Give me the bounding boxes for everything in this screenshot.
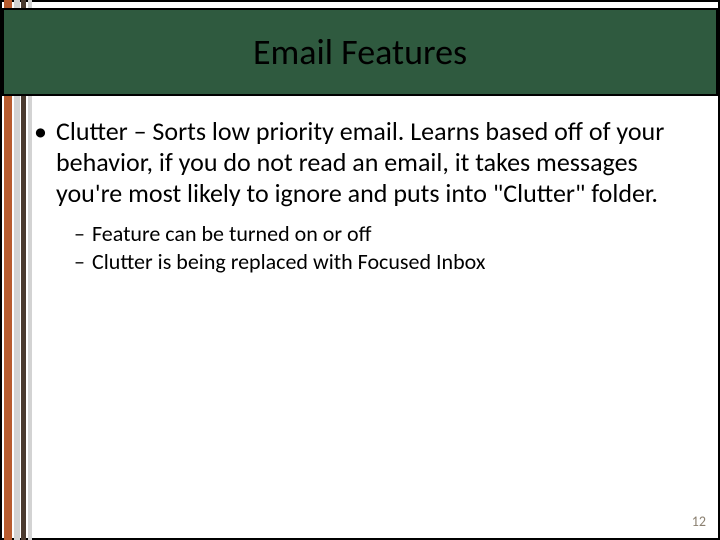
sub-bullet-text: Feature can be turned on or off [92,220,371,247]
sub-list: – Feature can be turned on or off – Clut… [34,220,694,277]
list-item: – Feature can be turned on or off [74,220,694,249]
list-item: • Clutter – Sorts low priority email. Le… [34,116,694,210]
bullet-text: Clutter – Sorts low priority email. Lear… [56,115,664,209]
bullet-dash-icon: – [74,248,85,277]
slide-title: Email Features [253,30,467,74]
sub-bullet-text: Clutter is being replaced with Focused I… [92,248,485,275]
list-item: – Clutter is being replaced with Focused… [74,248,694,277]
content-area: • Clutter – Sorts low priority email. Le… [34,116,694,277]
page-number: 12 [692,513,706,530]
title-box: Email Features [2,8,718,96]
bullet-dash-icon: – [74,220,85,249]
bullet-dot-icon: • [34,116,47,147]
